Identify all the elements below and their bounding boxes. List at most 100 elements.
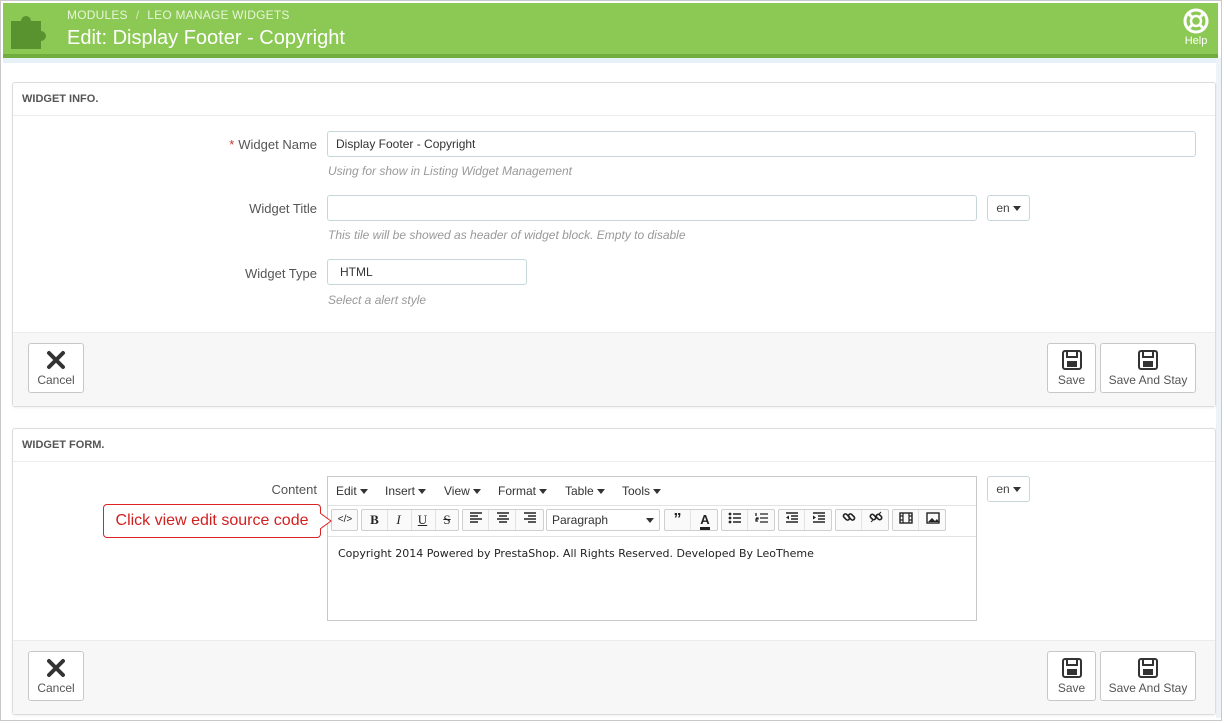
source-code-group: </> <box>331 509 358 531</box>
breadcrumb-leo-manage-widgets[interactable]: LEO MANAGE WIDGETS <box>147 8 289 22</box>
editor-content-text: Copyright 2014 Powered by PrestaShop. Al… <box>338 547 814 560</box>
menu-format[interactable]: Format <box>498 477 548 505</box>
strikethrough-button[interactable]: S <box>434 510 460 530</box>
image-icon <box>926 512 940 524</box>
widget-type-help: Select a alert style <box>328 293 427 307</box>
save-button[interactable]: Save <box>1047 651 1096 701</box>
close-icon <box>47 351 65 369</box>
required-marker: * <box>229 137 235 152</box>
numbered-list-icon <box>755 513 768 523</box>
widget-title-label: Widget Title <box>249 201 317 216</box>
widget-info-heading: WIDGET INFO. <box>13 83 1215 116</box>
widget-form-footer: Cancel Save Save And Stay <box>13 640 1215 714</box>
editor-menubar: Edit Insert View Format Table Tools <box>328 477 976 506</box>
cancel-button[interactable]: Cancel <box>28 343 84 393</box>
insert-image-button[interactable] <box>920 510 946 530</box>
code-icon: </> <box>337 514 353 525</box>
blockquote-button[interactable]: ” <box>665 510 691 530</box>
align-right-icon <box>524 512 536 523</box>
outdent-button[interactable] <box>779 510 805 530</box>
menu-view[interactable]: View <box>444 477 481 505</box>
breadcrumb-modules[interactable]: MODULES <box>67 8 128 22</box>
alignment-group <box>462 509 544 531</box>
menu-insert[interactable]: Insert <box>385 477 427 505</box>
bullet-list-button[interactable] <box>722 510 748 530</box>
floppy-disk-icon <box>1138 350 1158 370</box>
widget-type-field[interactable]: HTML <box>327 259 527 285</box>
chevron-down-icon <box>1012 487 1021 493</box>
numbered-list-button[interactable] <box>749 510 775 530</box>
align-right-button[interactable] <box>517 510 543 530</box>
page-header: MODULES / LEO MANAGE WIDGETS Edit: Display… <box>3 3 1218 58</box>
align-center-icon <box>496 512 509 523</box>
floppy-disk-icon <box>1061 658 1082 678</box>
chevron-down-icon <box>646 518 654 523</box>
underline-icon: U <box>417 512 428 527</box>
widget-name-help: Using for show in Listing Widget Managem… <box>328 164 573 178</box>
bold-icon: B <box>370 512 379 527</box>
text-style-group: B I U S <box>361 509 459 531</box>
save-and-stay-button[interactable]: Save And Stay <box>1100 343 1196 393</box>
widget-form-heading: WIDGET FORM. <box>13 429 1215 462</box>
format-select[interactable]: Paragraph <box>546 509 660 531</box>
widget-title-input[interactable] <box>327 195 977 221</box>
chevron-down-icon <box>1012 206 1021 212</box>
close-icon <box>47 659 65 677</box>
italic-icon: I <box>396 512 401 527</box>
align-center-button[interactable] <box>490 510 516 530</box>
underline-button[interactable]: U <box>410 510 436 530</box>
menu-tools[interactable]: Tools <box>622 477 662 505</box>
bullet-list-icon <box>728 512 741 524</box>
indent-group <box>778 509 832 531</box>
italic-button[interactable]: I <box>386 510 412 530</box>
film-icon <box>898 512 913 524</box>
text-color-icon: A <box>700 512 710 530</box>
widget-info-panel: WIDGET INFO. * Widget Name Display Footer… <box>12 82 1216 407</box>
widget-info-footer: Cancel Save Save And Stay <box>13 332 1215 406</box>
floppy-disk-icon <box>1138 658 1158 678</box>
help-label: Help <box>1184 35 1208 47</box>
rich-text-editor: Edit Insert View Format Table Tools </> … <box>327 476 977 621</box>
link-group <box>835 509 889 531</box>
remove-link-button[interactable] <box>863 510 889 530</box>
help-button[interactable]: Help <box>1180 8 1212 47</box>
link-icon <box>842 513 855 521</box>
floppy-disk-icon <box>1061 350 1082 370</box>
quote-color-group: ” A <box>664 509 718 531</box>
widget-form-panel: WIDGET FORM. Content Edit Insert View Fo… <box>12 428 1216 715</box>
quote-icon: ” <box>673 511 682 528</box>
page-title: Edit: Display Footer - Copyright <box>67 27 345 49</box>
cancel-button[interactable]: Cancel <box>28 651 84 701</box>
breadcrumb: MODULES / LEO MANAGE WIDGETS <box>67 8 290 22</box>
content-language-dropdown[interactable]: en <box>987 476 1030 502</box>
source-code-button[interactable]: </> <box>332 510 358 530</box>
widget-title-help: This tile will be showed as header of wi… <box>328 228 686 242</box>
widget-name-label: * Widget Name <box>229 137 317 152</box>
callout-arrow-icon <box>320 512 332 530</box>
text-color-button[interactable]: A <box>692 510 718 530</box>
editor-toolbar: </> B I U S Paragraph ” A <box>328 506 976 537</box>
align-left-icon <box>469 512 482 523</box>
insert-video-button[interactable] <box>893 510 919 530</box>
save-and-stay-button[interactable]: Save And Stay <box>1100 651 1196 701</box>
unlink-icon <box>869 511 883 523</box>
insert-link-button[interactable] <box>836 510 862 530</box>
editor-content-area[interactable]: Copyright 2014 Powered by PrestaShop. Al… <box>328 537 976 570</box>
menu-table[interactable]: Table <box>565 477 605 505</box>
lifebuoy-icon <box>1183 8 1209 34</box>
bold-button[interactable]: B <box>362 510 388 530</box>
widget-type-label: Widget Type <box>244 266 317 281</box>
subheader-bar <box>3 58 1218 63</box>
save-button[interactable]: Save <box>1047 343 1096 393</box>
puzzle-piece-icon <box>11 16 46 49</box>
widget-name-input[interactable]: Display Footer - Copyright <box>327 131 1196 157</box>
align-left-button[interactable] <box>463 510 489 530</box>
indent-icon <box>813 512 825 523</box>
list-group <box>721 509 775 531</box>
strikethrough-icon: S <box>443 512 451 527</box>
title-language-dropdown[interactable]: en <box>987 195 1030 221</box>
outdent-icon <box>785 512 798 523</box>
scrollbar[interactable] <box>1216 58 1221 718</box>
indent-button[interactable] <box>806 510 832 530</box>
menu-edit[interactable]: Edit <box>336 477 368 505</box>
